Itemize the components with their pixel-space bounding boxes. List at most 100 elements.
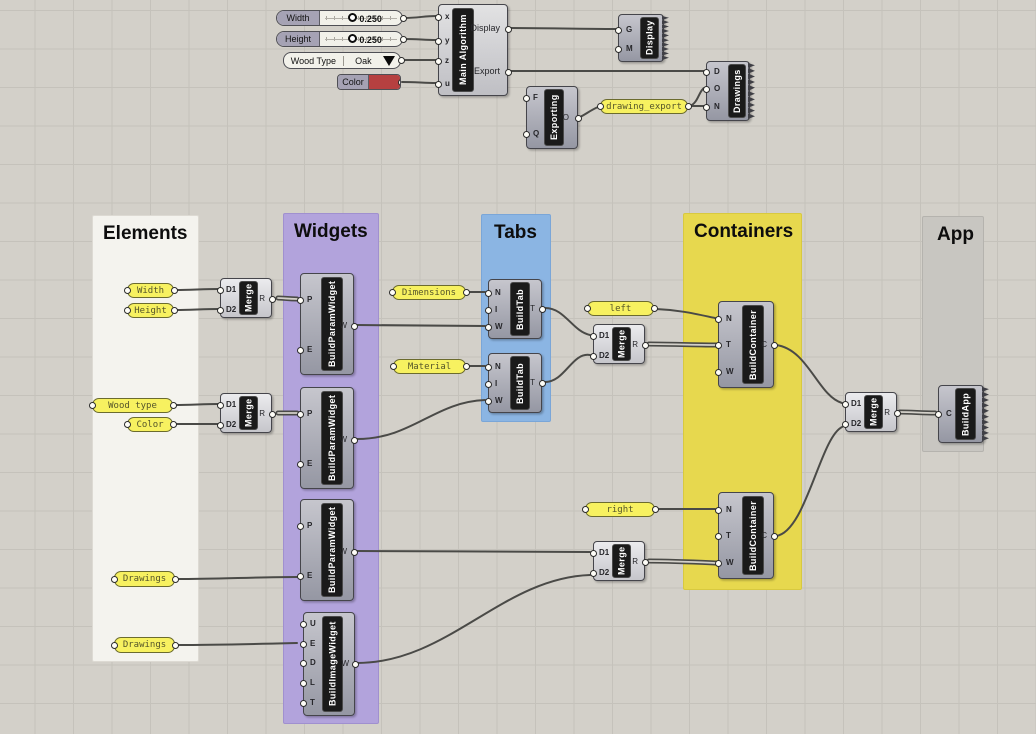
input-grip[interactable]: [485, 324, 492, 331]
input-grip[interactable]: [300, 680, 307, 687]
wire[interactable]: [404, 16, 436, 18]
drawings-panel-bottom[interactable]: Drawings: [114, 637, 175, 653]
input-grip[interactable]: [715, 560, 722, 567]
wire[interactable]: [357, 575, 590, 663]
main-algorithm-node[interactable]: x y z u Main Algorithm Display Export: [438, 4, 508, 96]
build-container-node-1[interactable]: N T W BuildContainer C: [718, 301, 774, 388]
input-grip[interactable]: [703, 86, 710, 93]
input-grip[interactable]: [485, 381, 492, 388]
output-grip[interactable]: [171, 307, 178, 314]
output-grip[interactable]: [398, 79, 402, 86]
input-grip[interactable]: [297, 411, 304, 418]
input-grip[interactable]: [523, 95, 530, 102]
output-grip[interactable]: [351, 437, 358, 444]
output-grip[interactable]: [269, 296, 276, 303]
display-node[interactable]: G M Display: [618, 14, 664, 62]
input-grip[interactable]: [582, 506, 589, 513]
output-grip[interactable]: [685, 103, 692, 110]
input-grip[interactable]: [715, 369, 722, 376]
output-grip[interactable]: [170, 402, 177, 409]
input-grip[interactable]: [300, 660, 307, 667]
build-container-node-2[interactable]: N T W BuildContainer C: [718, 492, 774, 579]
width-slider[interactable]: Width 0.250: [276, 10, 403, 26]
dropdown-arrow-icon[interactable]: [383, 56, 395, 66]
input-grip[interactable]: [390, 363, 397, 370]
height-slider-track[interactable]: 0.250: [320, 32, 402, 46]
input-grip[interactable]: [615, 46, 622, 53]
height-slider[interactable]: Height 0.250: [276, 31, 403, 47]
input-grip[interactable]: [89, 402, 96, 409]
width-slider-track[interactable]: 0.250: [320, 11, 402, 25]
output-grip[interactable]: [172, 576, 179, 583]
input-grip[interactable]: [703, 69, 710, 76]
drawings-node[interactable]: D O N Drawings: [706, 61, 750, 121]
input-grip[interactable]: [111, 576, 118, 583]
input-grip[interactable]: [485, 307, 492, 314]
input-grip[interactable]: [590, 550, 597, 557]
height-panel[interactable]: Height: [127, 303, 174, 318]
output-grip[interactable]: [771, 533, 778, 540]
width-panel[interactable]: Width: [127, 283, 174, 298]
wire[interactable]: [545, 355, 590, 382]
output-grip[interactable]: [400, 36, 407, 43]
wire[interactable]: [580, 107, 598, 117]
output-grip[interactable]: [642, 342, 649, 349]
wood-type-dropdown[interactable]: Wood Type Oak: [283, 52, 401, 69]
color-swatch[interactable]: [369, 75, 400, 89]
input-grip[interactable]: [217, 402, 224, 409]
input-grip[interactable]: [485, 398, 492, 405]
output-grip[interactable]: [398, 57, 405, 64]
height-slider-knob[interactable]: [348, 34, 357, 43]
input-grip[interactable]: [715, 533, 722, 540]
output-grip[interactable]: [400, 15, 407, 22]
wire[interactable]: [402, 82, 436, 83]
build-param-widget-node-1[interactable]: P E BuildParamWidget W: [300, 273, 354, 375]
input-grip[interactable]: [842, 421, 849, 428]
node-editor-canvas[interactable]: Elements Widgets Tabs Containers App: [0, 0, 1036, 734]
wood-type-panel[interactable]: Wood type: [92, 398, 173, 413]
input-grip[interactable]: [584, 305, 591, 312]
output-grip[interactable]: [171, 287, 178, 294]
output-grip[interactable]: [894, 410, 901, 417]
input-grip[interactable]: [297, 297, 304, 304]
input-grip[interactable]: [111, 642, 118, 649]
wire[interactable]: [404, 39, 436, 40]
input-grip[interactable]: [217, 307, 224, 314]
output-grip[interactable]: [351, 323, 358, 330]
input-grip[interactable]: [297, 523, 304, 530]
input-grip[interactable]: [124, 307, 131, 314]
drawing-export-panel[interactable]: drawing_export: [600, 99, 688, 114]
input-grip[interactable]: [435, 81, 442, 88]
build-param-widget-node-3[interactable]: P E BuildParamWidget W: [300, 499, 354, 601]
input-grip[interactable]: [124, 287, 131, 294]
input-grip[interactable]: [935, 411, 942, 418]
build-tab-node-2[interactable]: N I W BuildTab T: [488, 353, 542, 413]
input-grip[interactable]: [715, 342, 722, 349]
wire[interactable]: [357, 551, 590, 552]
input-grip[interactable]: [297, 347, 304, 354]
build-image-widget-node[interactable]: U E D L T BuildImageWidget W: [303, 612, 355, 716]
input-grip[interactable]: [435, 38, 442, 45]
merge-node-5[interactable]: D1 D2 Merge R: [845, 392, 897, 432]
left-panel[interactable]: left: [587, 301, 654, 316]
input-grip[interactable]: [297, 461, 304, 468]
input-grip[interactable]: [715, 316, 722, 323]
build-tab-node-1[interactable]: N I W BuildTab T: [488, 279, 542, 339]
input-grip[interactable]: [597, 103, 604, 110]
input-grip[interactable]: [389, 289, 396, 296]
input-grip[interactable]: [590, 570, 597, 577]
build-param-widget-node-2[interactable]: P E BuildParamWidget W: [300, 387, 354, 489]
input-grip[interactable]: [590, 333, 597, 340]
output-grip[interactable]: [463, 363, 470, 370]
input-grip[interactable]: [124, 421, 131, 428]
input-grip[interactable]: [523, 131, 530, 138]
input-grip[interactable]: [590, 353, 597, 360]
output-grip[interactable]: [575, 115, 582, 122]
output-grip[interactable]: [352, 661, 359, 668]
input-grip[interactable]: [217, 422, 224, 429]
input-grip[interactable]: [485, 290, 492, 297]
drawings-panel-top[interactable]: Drawings: [114, 571, 175, 587]
input-grip[interactable]: [300, 641, 307, 648]
output-grip[interactable]: [170, 421, 177, 428]
merge-node-4[interactable]: D1 D2 Merge R: [593, 541, 645, 581]
